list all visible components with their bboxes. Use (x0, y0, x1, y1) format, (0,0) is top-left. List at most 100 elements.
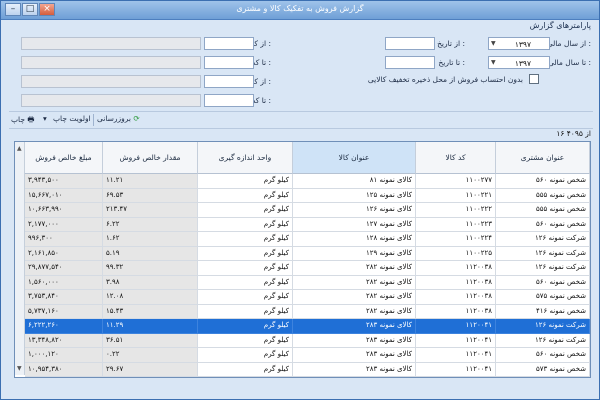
table-row[interactable]: ۳,۷۵۳,۸۴۰ ۱۲.۰۸ کیلو گرم کالای نمونه ۲۸۲ ۱۱۲… (25, 290, 590, 305)
cell-product-title[interactable]: کالای نمونه ۲۸۳ (293, 333, 416, 348)
cell-net-qty[interactable]: ۳.۹۸ (103, 275, 198, 290)
cell-product-code[interactable]: ۱۱۲۰۰۴۱ (416, 348, 496, 363)
table-row[interactable]: ۳,۹۴۳,۵۰۰ ۱۱.۲۱ کیلو گرم کالای نمونه ۸۱ ۱۱۰۰… (25, 174, 590, 189)
table-row[interactable]: ۵,۷۳۷,۱۶۰ ۱۵.۴۳ کیلو گرم کالای نمونه ۲۸۲ ۱۱۲… (25, 304, 590, 319)
cell-net-amount[interactable]: ۹۹۶,۳۰۰ (25, 232, 103, 247)
cell-net-amount[interactable]: ۶,۲۲۲,۲۶۰ (25, 319, 103, 334)
cell-customer[interactable]: شرکت نمونه ۱۲۶ (496, 246, 590, 261)
cell-product-title[interactable]: کالای نمونه ۲۸۲ (293, 275, 416, 290)
cell-product-title[interactable]: کالای نمونه ۲۸۲ (293, 304, 416, 319)
cell-net-qty[interactable]: ۱۲.۰۸ (103, 290, 198, 305)
cell-product-code[interactable]: ۱۱۰۰۲۷۷ (416, 174, 496, 189)
col-header-customer[interactable]: عنوان مشتری (496, 142, 590, 174)
cell-customer[interactable]: شخص نمونه ۵۶۰ (496, 275, 590, 290)
exclude-discount-checkbox[interactable] (529, 74, 539, 84)
cell-product-title[interactable]: کالای نمونه ۱۲۹ (293, 246, 416, 261)
cell-unit[interactable]: کیلو گرم (198, 188, 293, 203)
table-row[interactable]: ۱,۰۰۰,۱۲۰ ۰.۲۲ کیلو گرم کالای نمونه ۲۸۳ ۱۱۲۰… (25, 348, 590, 363)
cell-customer[interactable]: شرکت نمونه ۱۲۶ (496, 232, 590, 247)
cell-net-amount[interactable]: ۵,۷۳۷,۱۶۰ (25, 304, 103, 319)
cell-product-code[interactable]: ۱۱۰۰۲۲۴ (416, 232, 496, 247)
cell-net-amount[interactable]: ۱,۰۰۰,۱۲۰ (25, 348, 103, 363)
cell-product-code[interactable]: ۱۱۲۰۰۴۱ (416, 362, 496, 377)
cell-customer[interactable]: شرکت نمونه ۱۲۶ (496, 261, 590, 276)
cell-unit[interactable]: کیلو گرم (198, 261, 293, 276)
cell-net-amount[interactable]: ۲,۱۷۷,۰۰۰ (25, 217, 103, 232)
cell-unit[interactable]: کیلو گرم (198, 217, 293, 232)
cell-unit[interactable]: کیلو گرم (198, 290, 293, 305)
cell-unit[interactable]: کیلو گرم (198, 304, 293, 319)
cell-net-amount[interactable]: ۱۳,۳۴۸,۸۲۰ (25, 333, 103, 348)
cell-net-qty[interactable]: ۰.۲۲ (103, 348, 198, 363)
print-button[interactable]: چاپ 🖶 (11, 114, 34, 127)
cell-net-qty[interactable]: ۲۹.۶۷ (103, 362, 198, 377)
table-row[interactable]: ۹۹۶,۳۰۰ ۱.۶۲ کیلو گرم کالای نمونه ۱۲۸ ۱۱۰۰۲۲… (25, 232, 590, 247)
cell-customer[interactable]: شخص نمونه ۵۶۰ (496, 174, 590, 189)
cell-product-code[interactable]: ۱۱۲۰۰۴۱ (416, 333, 496, 348)
vertical-scrollbar[interactable]: ▲ ▼ (15, 142, 25, 375)
cell-customer[interactable]: شخص نمونه ۵۵۵ (496, 188, 590, 203)
col-header-net-qty[interactable]: مقدار خالص فروش (103, 142, 198, 174)
table-row[interactable]: ۱۰,۶۶۳,۹۹۰ ۲۱۳.۴۷ کیلو گرم کالای نمونه ۱۲۶ ۱… (25, 203, 590, 218)
cell-product-title[interactable]: کالای نمونه ۱۲۶ (293, 203, 416, 218)
table-row[interactable]: ۶,۲۲۲,۲۶۰ ۱۱.۲۹ کیلو گرم کالای نمونه ۲۸۳ ۱۱۲… (25, 319, 590, 334)
from-year-combo[interactable]: ۱۳۹۷ ▼ (488, 37, 550, 50)
cell-product-title[interactable]: کالای نمونه ۲۸۳ (293, 348, 416, 363)
cell-customer[interactable]: شرکت نمونه ۱۲۶ (496, 377, 590, 378)
cell-product-code[interactable]: ۱۱۲۰۱۱۶ (416, 377, 496, 378)
table-row[interactable]: ۱,۵۶۰,۰۰۰ ۳.۹۸ کیلو گرم کالای نمونه ۲۸۲ ۱۱۲۰… (25, 275, 590, 290)
cell-product-title[interactable]: کالای نمونه ۲۸۳ (293, 362, 416, 377)
cell-product-title[interactable]: کالای نمونه ۲۸۲ (293, 261, 416, 276)
cell-product-title[interactable]: کالای نمونه ۱۲۷ (293, 217, 416, 232)
cell-product-title[interactable]: کالای نمونه ۲۸۲ (293, 290, 416, 305)
cell-customer[interactable]: شخص نمونه ۴۱۶ (496, 304, 590, 319)
cell-net-qty[interactable]: ۱۱.۲۱ (103, 174, 198, 189)
cell-product-code[interactable]: ۱۱۰۰۲۲۵ (416, 246, 496, 261)
cell-net-amount[interactable]: ۳,۷۵۳,۸۴۰ (25, 290, 103, 305)
cell-unit[interactable]: کیلو گرم (198, 203, 293, 218)
cell-customer[interactable]: شرکت نمونه ۱۲۶ (496, 333, 590, 348)
cell-unit[interactable]: کیلو گرم (198, 348, 293, 363)
cell-unit[interactable]: کیلو گرم (198, 275, 293, 290)
cell-customer[interactable]: شخص نمونه ۵۷۵ (496, 290, 590, 305)
cell-net-amount[interactable]: ۱۰,۶۶۳,۹۹۰ (25, 203, 103, 218)
to-customer-input[interactable] (204, 56, 254, 69)
cell-net-qty[interactable]: ۱.۶۲ (103, 232, 198, 247)
cell-customer[interactable]: شخص نمونه ۵۵۵ (496, 203, 590, 218)
cell-product-code[interactable]: ۱۱۲۰۰۳۸ (416, 304, 496, 319)
cell-net-amount[interactable]: ۱,۵۶۰,۰۰۰ (25, 275, 103, 290)
cell-product-title[interactable]: کالای نمونه ۲۹۸ (293, 377, 416, 378)
cell-product-title[interactable]: کالای نمونه ۱۲۵ (293, 188, 416, 203)
table-row[interactable]: ۱۰,۹۵۴,۳۸۰ ۲۹.۶۷ کیلو گرم کالای نمونه ۲۸۳ ۱۱… (25, 362, 590, 377)
cell-customer[interactable]: شخص نمونه ۵۶۰ (496, 348, 590, 363)
cell-net-amount[interactable]: ۱۰,۹۵۴,۳۸۰ (25, 362, 103, 377)
table-row[interactable]: ۲,۱۷۷,۰۰۰ ۶.۲۲ کیلو گرم کالای نمونه ۱۲۷ ۱۱۰۰… (25, 217, 590, 232)
cell-customer[interactable]: شرکت نمونه ۱۲۶ (496, 319, 590, 334)
cell-net-qty[interactable]: ۱۵.۴۳ (103, 304, 198, 319)
cell-net-qty[interactable]: ۶۹.۵۳ (103, 188, 198, 203)
from-date-input[interactable] (385, 37, 435, 50)
col-header-product-code[interactable]: کد کالا (416, 142, 496, 174)
sales-table[interactable]: ▲ ▼ مبلغ خالص فروش مقدار خالص فروش واحد … (14, 141, 591, 378)
cell-net-qty[interactable]: ۲۱۳.۴۷ (103, 203, 198, 218)
table-row[interactable]: ۱۳,۳۴۸,۸۲۰ ۳۶.۵۱ کیلو گرم کالای نمونه ۲۸۳ ۱۱… (25, 333, 590, 348)
cell-net-qty[interactable]: ۵۴.۰۹ (103, 377, 198, 378)
col-header-unit[interactable]: واحد اندازه گیری (198, 142, 293, 174)
chevron-down-icon[interactable]: ▾ (43, 114, 47, 123)
cell-product-code[interactable]: ۱۱۰۰۲۲۱ (416, 188, 496, 203)
from-customer-input[interactable] (204, 37, 254, 50)
col-header-net-amount[interactable]: مبلغ خالص فروش (25, 142, 103, 174)
table-row[interactable]: ۱۵,۶۶۷,۰۱۰ ۶۹.۵۳ کیلو گرم کالای نمونه ۱۲۵ ۱۱… (25, 188, 590, 203)
cell-net-qty[interactable]: ۶.۲۲ (103, 217, 198, 232)
cell-product-code[interactable]: ۱۱۲۰۰۳۸ (416, 275, 496, 290)
cell-product-code[interactable]: ۱۱۲۰۰۴۱ (416, 319, 496, 334)
scroll-down-icon[interactable]: ▼ (17, 365, 22, 372)
cell-product-title[interactable]: کالای نمونه ۲۸۳ (293, 319, 416, 334)
cell-net-amount[interactable]: ۲۹,۸۷۷,۵۴۰ (25, 261, 103, 276)
from-product-input[interactable] (204, 75, 254, 88)
cell-unit[interactable]: کیلو گرم (198, 319, 293, 334)
cell-product-code[interactable]: ۱۱۲۰۰۳۸ (416, 290, 496, 305)
cell-net-amount[interactable]: ۱۵,۶۶۷,۰۱۰ (25, 188, 103, 203)
cell-unit[interactable]: کیلو گرم (198, 377, 293, 378)
cell-net-amount[interactable]: ۳,۹۴۳,۵۰۰ (25, 174, 103, 189)
